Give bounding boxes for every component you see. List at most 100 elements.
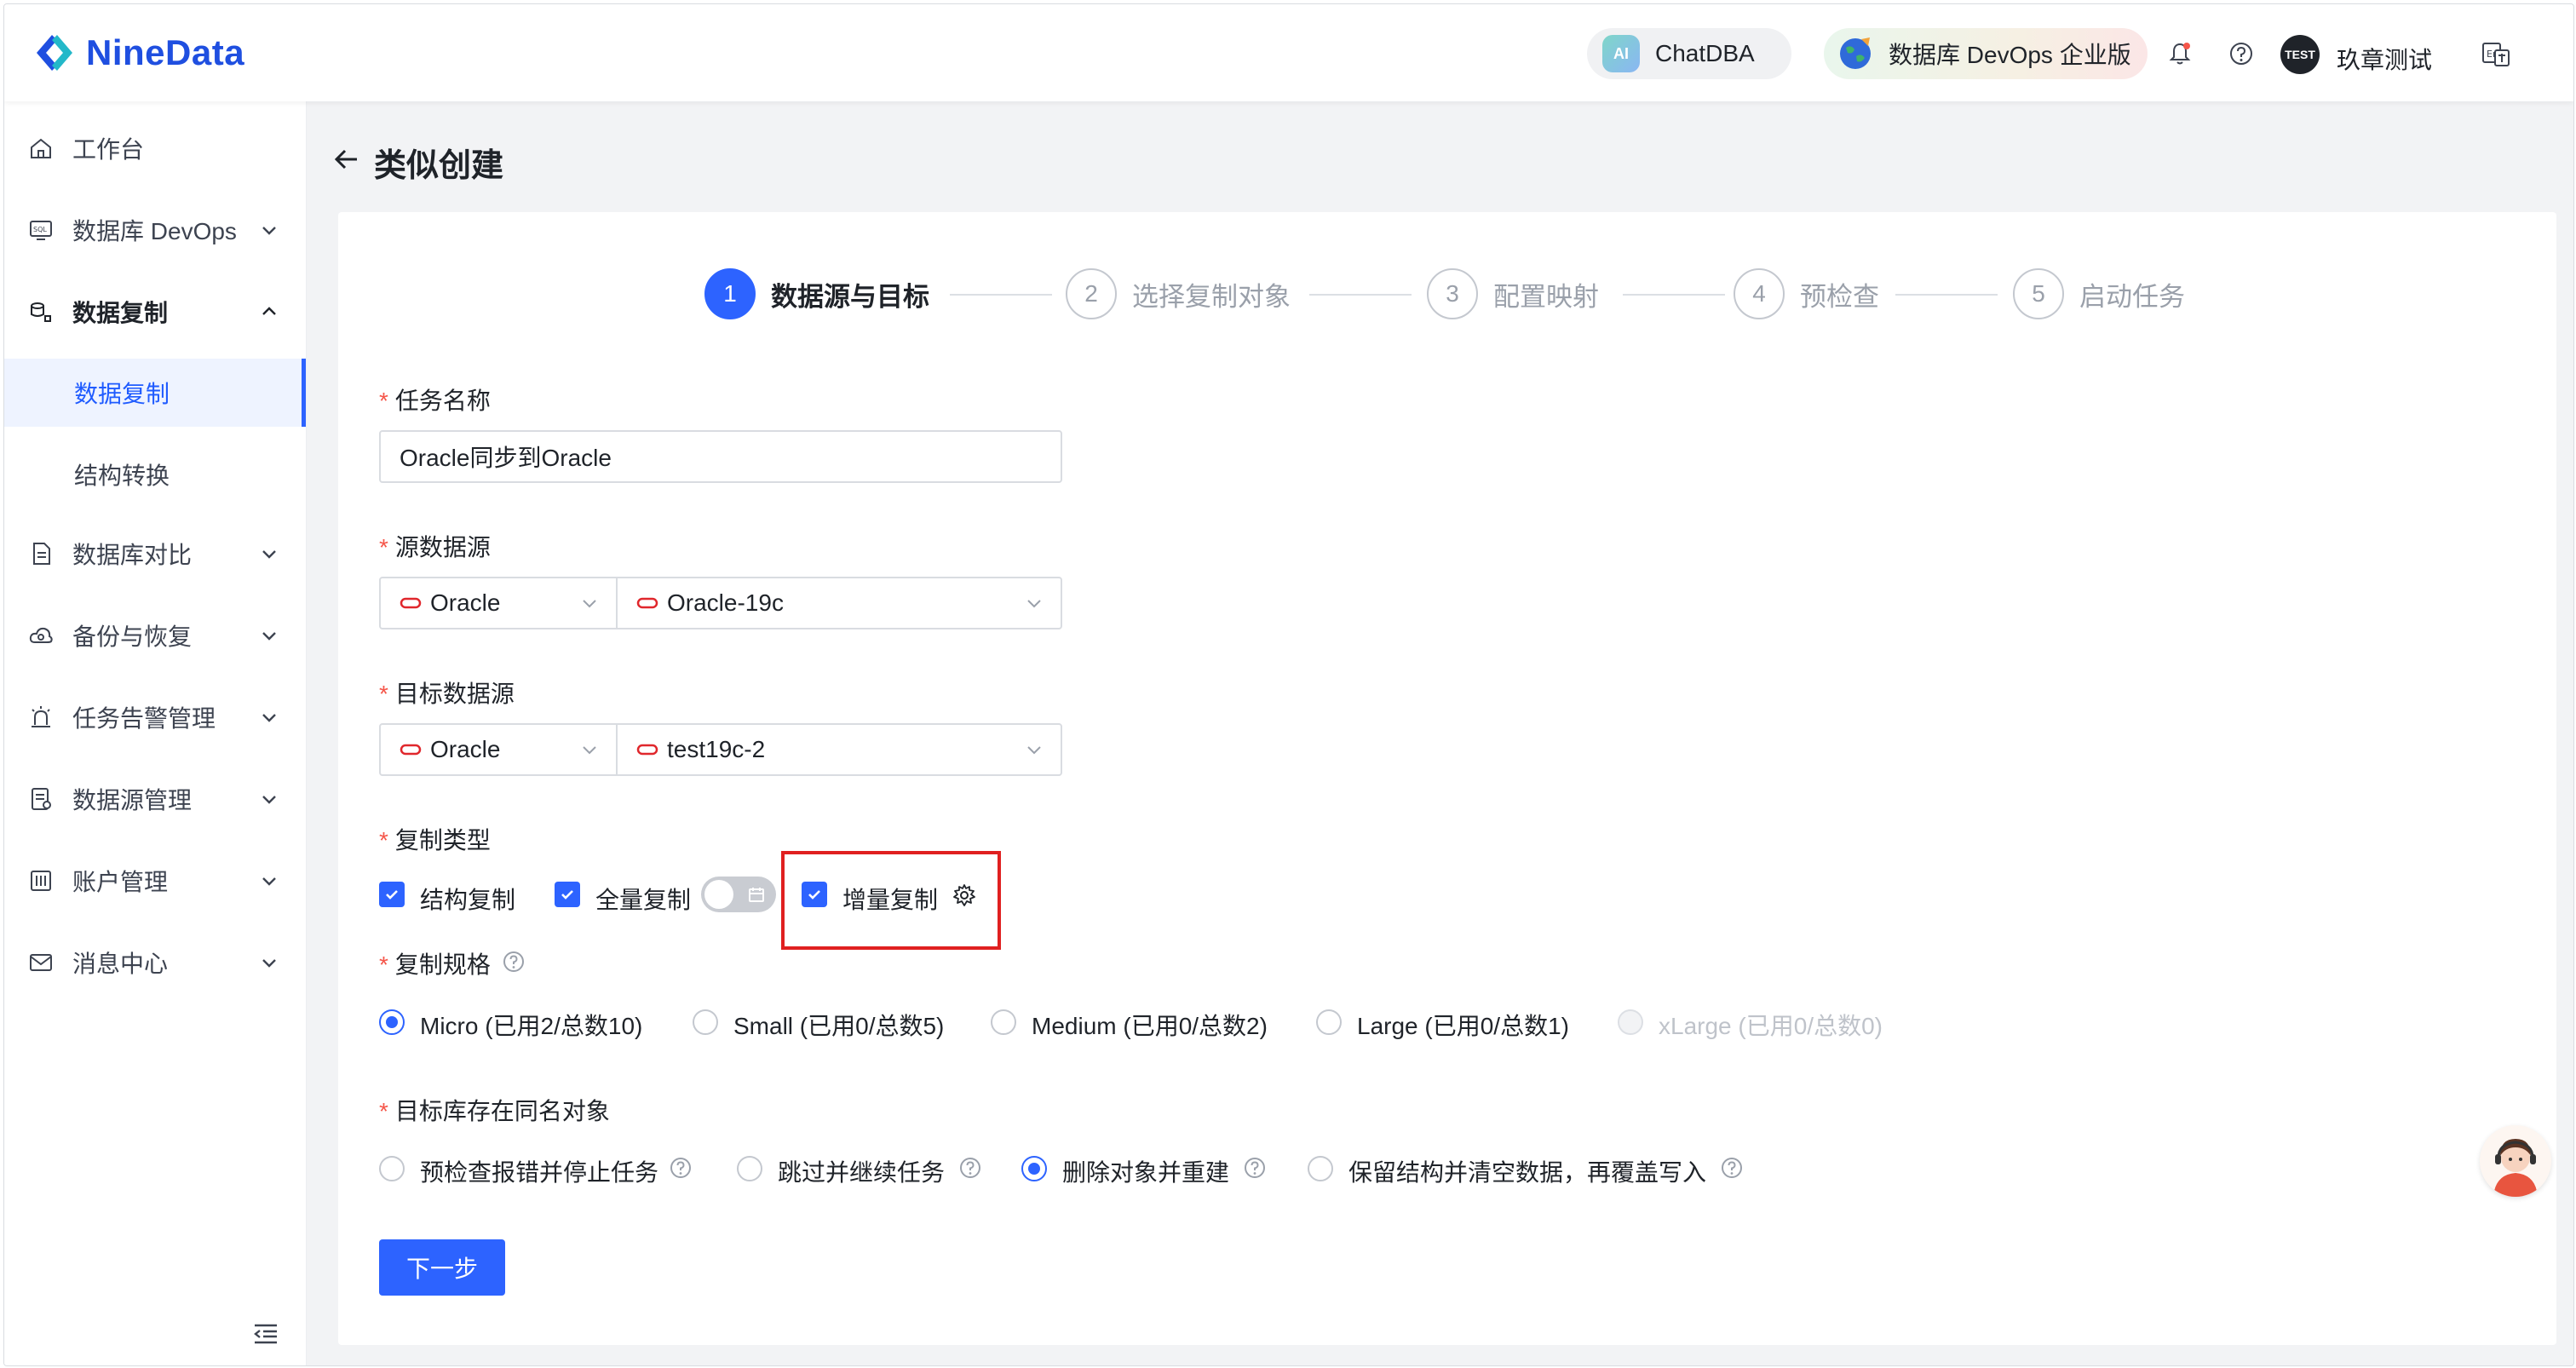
target-type-select[interactable]: Oracle <box>379 723 618 776</box>
target-instance-value: test19c-2 <box>667 736 766 762</box>
sidebar: 工作台 SQL 数据库 DevOps 数据复制 数据复制 结构转换 数据库对比 … <box>4 101 307 1365</box>
edition-label: 数据库 DevOps 企业版 <box>1889 42 2131 68</box>
avatar[interactable]: TEST <box>2280 35 2320 74</box>
toggle-knob <box>704 880 733 909</box>
account-icon <box>31 871 51 891</box>
source-type-select[interactable]: Oracle <box>379 577 618 629</box>
step-number: 3 <box>1427 268 1478 319</box>
gear-icon[interactable] <box>952 882 977 908</box>
required-mark: * <box>379 388 388 414</box>
full-replication-label[interactable]: 全量复制 <box>595 882 691 916</box>
sidebar-item-compare[interactable]: 数据库对比 <box>4 517 306 590</box>
help-icon[interactable] <box>958 1156 982 1180</box>
conflict-keep-structure-label[interactable]: 保留结构并清空数据，再覆盖写入 <box>1348 1154 1706 1188</box>
structure-replication-checkbox[interactable] <box>379 882 405 907</box>
customer-support-button[interactable] <box>2480 1125 2551 1197</box>
step-number: 4 <box>1734 268 1785 319</box>
step-connector <box>1895 294 1998 296</box>
sidebar-item-replication[interactable]: 数据复制 <box>4 275 306 348</box>
globe-rocket-icon <box>1840 37 1871 69</box>
conflict-skip-radio[interactable] <box>737 1156 762 1181</box>
username[interactable]: 玖章测试 <box>2337 42 2432 76</box>
target-instance-select[interactable]: test19c-2 <box>616 723 1062 776</box>
spec-small-label[interactable]: Small (已用0/总数5) <box>733 1008 944 1042</box>
spec-small-radio[interactable] <box>693 1009 718 1035</box>
chevron-down-icon <box>583 746 596 755</box>
conflict-skip-label[interactable]: 跳过并继续任务 <box>778 1154 945 1188</box>
source-instance-select[interactable]: Oracle-19c <box>616 577 1062 629</box>
target-label-text: 目标数据源 <box>394 681 515 707</box>
chatdba-button[interactable]: AI ChatDBA <box>1587 28 1791 79</box>
target-type-value: Oracle <box>430 736 501 762</box>
sidebar-item-workbench[interactable]: 工作台 <box>4 112 306 185</box>
back-arrow-icon[interactable] <box>331 144 362 175</box>
step-label: 选择复制对象 <box>1132 281 1291 312</box>
sidebar-item-label: 消息中心 <box>72 951 169 977</box>
page-title: 类似创建 <box>374 148 504 184</box>
help-icon[interactable] <box>1243 1156 1267 1180</box>
sidebar-item-backup[interactable]: 备份与恢复 <box>4 599 306 672</box>
conflict-drop-rebuild-radio[interactable] <box>1021 1156 1047 1181</box>
sidebar-item-label: 数据库对比 <box>72 542 193 568</box>
conflict-label-text: 目标库存在同名对象 <box>394 1098 610 1124</box>
spec-xlarge-label: xLarge (已用0/总数0) <box>1659 1013 1883 1039</box>
conflict-keep-structure-radio[interactable] <box>1308 1156 1333 1181</box>
task-name-input[interactable]: Oracle同步到Oracle <box>379 430 1062 483</box>
sidebar-subitem-replication[interactable]: 数据复制 <box>4 359 306 427</box>
required-mark: * <box>379 827 388 854</box>
chevron-down-icon <box>262 714 276 722</box>
source-label: * 源数据源 <box>379 529 491 563</box>
spec-medium-radio[interactable] <box>991 1009 1016 1035</box>
next-button[interactable]: 下一步 <box>379 1239 505 1296</box>
schedule-toggle[interactable] <box>701 877 776 912</box>
support-agent-icon <box>2493 1139 2538 1197</box>
bell-icon[interactable] <box>2166 40 2194 67</box>
sidebar-item-devops[interactable]: SQL 数据库 DevOps <box>4 193 306 267</box>
spec-medium-label[interactable]: Medium (已用0/总数2) <box>1032 1008 1268 1042</box>
help-icon[interactable] <box>502 950 526 974</box>
app-window: NineData AI ChatDBA 数据库 DevOps 企业版 TEST … <box>3 3 2574 1366</box>
sidebar-item-datasource[interactable]: 数据源管理 <box>4 762 306 836</box>
spec-large-label[interactable]: Large (已用0/总数1) <box>1357 1008 1569 1042</box>
language-switch-icon[interactable]: En <box>2480 38 2512 71</box>
collapse-sidebar-icon[interactable] <box>251 1319 280 1348</box>
replication-type-label: * 复制类型 <box>379 822 491 856</box>
spec-label-text: 复制规格 <box>394 951 491 978</box>
spec-xlarge-radio <box>1618 1009 1643 1035</box>
sidebar-item-alarm[interactable]: 任务告警管理 <box>4 681 306 754</box>
compare-icon <box>33 543 50 565</box>
step-connector <box>1623 294 1725 296</box>
sidebar-item-account[interactable]: 账户管理 <box>4 844 306 917</box>
spec-micro-label[interactable]: Micro (已用2/总数10) <box>420 1008 642 1042</box>
help-icon[interactable] <box>669 1156 693 1180</box>
structure-replication-label[interactable]: 结构复制 <box>420 882 515 916</box>
full-replication-checkbox[interactable] <box>555 882 580 907</box>
logo[interactable]: NineData <box>32 30 244 76</box>
spec-micro-radio[interactable] <box>379 1009 405 1035</box>
step-number: 2 <box>1066 268 1117 319</box>
sidebar-item-label: 账户管理 <box>72 869 169 895</box>
chevron-down-icon <box>262 550 276 559</box>
conflict-drop-rebuild-label[interactable]: 删除对象并重建 <box>1062 1154 1229 1188</box>
spec-large-radio[interactable] <box>1316 1009 1342 1035</box>
help-icon[interactable] <box>1720 1156 1744 1180</box>
edition-button[interactable]: 数据库 DevOps 企业版 <box>1824 28 2148 79</box>
incremental-replication-label[interactable]: 增量复制 <box>842 882 938 916</box>
home-icon <box>31 138 51 158</box>
sidebar-item-label: 任务告警管理 <box>72 705 216 732</box>
chevron-up-icon <box>262 307 276 315</box>
conflict-precheck-stop-radio[interactable] <box>379 1156 405 1181</box>
chevron-down-icon <box>262 877 276 886</box>
svg-text:SQL: SQL <box>33 226 47 233</box>
chevron-down-icon <box>262 959 276 968</box>
replication-type-label-text: 复制类型 <box>394 827 491 854</box>
incremental-replication-checkbox[interactable] <box>802 882 827 907</box>
ninedata-logo-icon <box>37 35 72 71</box>
help-icon[interactable] <box>2228 40 2255 67</box>
sidebar-item-messages[interactable]: 消息中心 <box>4 926 306 999</box>
required-mark: * <box>379 534 388 560</box>
sidebar-subitem-structure-convert[interactable]: 结构转换 <box>4 440 306 509</box>
conflict-precheck-stop-label[interactable]: 预检查报错并停止任务 <box>420 1154 658 1188</box>
calendar-icon <box>749 888 764 902</box>
datasource-icon <box>32 788 51 810</box>
